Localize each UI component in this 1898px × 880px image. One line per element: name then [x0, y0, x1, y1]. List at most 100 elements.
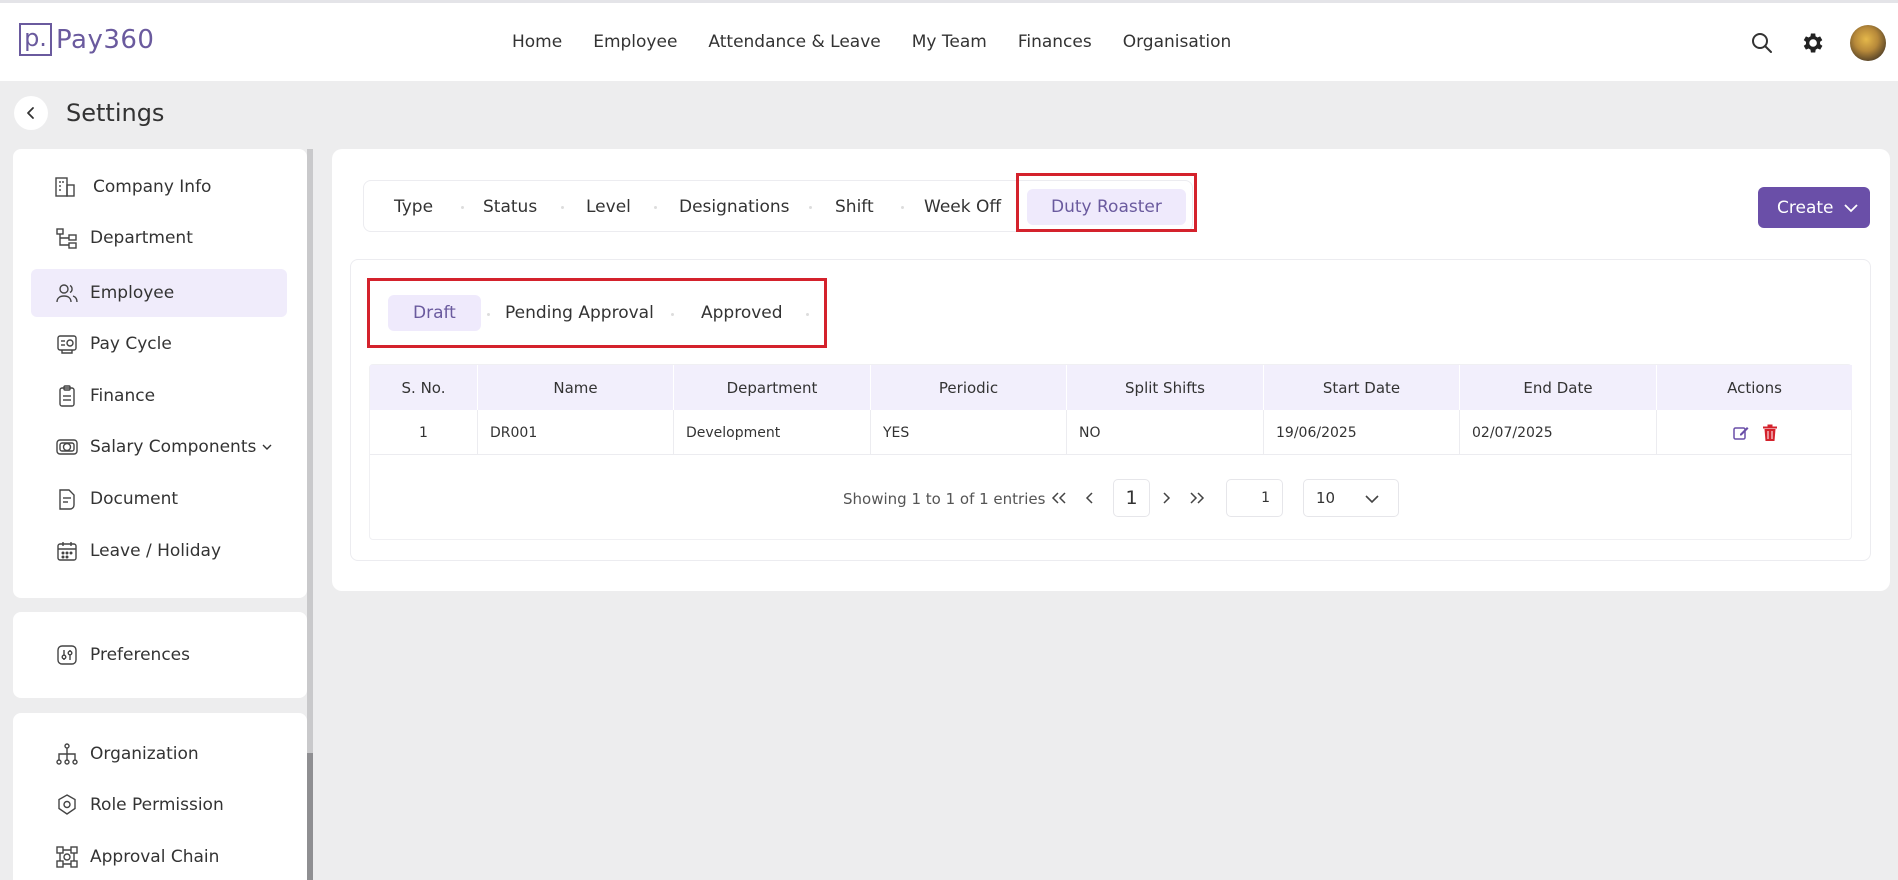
- sidebar-item-label: Leave / Holiday: [90, 541, 222, 561]
- tab-status[interactable]: Status: [483, 181, 537, 233]
- sidebar-scroll-thumb[interactable]: [307, 753, 313, 880]
- column-header-start-date: Start Date: [1264, 365, 1460, 410]
- cell-start-date-text: 19/06/2025: [1276, 424, 1357, 441]
- sidebar-item-leave-holiday[interactable]: Leave / Holiday: [31, 527, 287, 575]
- current-page[interactable]: 1: [1113, 479, 1150, 517]
- logo-mark: p.: [19, 23, 52, 56]
- trash-icon[interactable]: [1762, 424, 1778, 442]
- sidebar-item-approval-chain[interactable]: Approval Chain: [31, 833, 287, 880]
- nav-attendance-leave[interactable]: Attendance & Leave: [708, 32, 880, 52]
- highlight-subtabs: [367, 278, 827, 348]
- page-title: Settings: [66, 99, 165, 127]
- table-header: S. No. Name Department Periodic Split Sh…: [370, 365, 1852, 410]
- top-navbar: p. Pay360 Home Employee Attendance & Lea…: [0, 0, 1898, 81]
- next-page-icon[interactable]: [1156, 488, 1176, 508]
- user-avatar[interactable]: [1850, 25, 1886, 61]
- nav-employee[interactable]: Employee: [593, 32, 677, 52]
- cell-split-shifts: NO: [1067, 410, 1264, 455]
- cell-name-text: DR001: [490, 424, 538, 441]
- chevron-down-icon: [1365, 495, 1379, 504]
- cell-start-date: 19/06/2025: [1264, 410, 1460, 455]
- sidebar-item-label: Preferences: [90, 645, 190, 665]
- nav-home[interactable]: Home: [512, 32, 562, 52]
- shield-icon: [55, 793, 79, 817]
- cell-sno: 1: [370, 410, 478, 455]
- main-nav: Home Employee Attendance & Leave My Team…: [512, 32, 1262, 52]
- last-page-icon[interactable]: [1187, 488, 1207, 508]
- tab-separator: [654, 206, 657, 209]
- nav-my-team[interactable]: My Team: [912, 32, 987, 52]
- sidebar-scroll-track-upper: [307, 149, 313, 753]
- column-header-end-date: End Date: [1460, 365, 1657, 410]
- sidebar-item-pay-cycle[interactable]: Pay Cycle: [31, 320, 287, 368]
- tab-designations[interactable]: Designations: [679, 181, 790, 233]
- tab-separator: [809, 206, 812, 209]
- sidebar-item-label: Approval Chain: [90, 847, 220, 867]
- sidebar-item-label: Finance: [90, 386, 156, 406]
- chevron-down-icon[interactable]: [1842, 199, 1860, 217]
- logo-text: Pay360: [56, 24, 155, 55]
- tab-shift[interactable]: Shift: [835, 181, 874, 233]
- sidebar-item-label: Salary Components: [90, 437, 257, 457]
- pagination: Showing 1 to 1 of 1 entries 1 10: [0, 478, 1898, 518]
- money-icon: [55, 435, 79, 459]
- first-page-icon[interactable]: [1049, 488, 1069, 508]
- org-chart-icon: [55, 742, 79, 766]
- back-button[interactable]: [14, 96, 48, 130]
- settings-header: Settings: [14, 96, 164, 130]
- edit-icon[interactable]: [1732, 424, 1750, 442]
- cell-periodic-text: YES: [883, 424, 910, 441]
- sidebar-item-salary-components[interactable]: Salary Components: [31, 423, 287, 471]
- nav-finances[interactable]: Finances: [1018, 32, 1092, 52]
- pay-cycle-icon: [55, 332, 79, 356]
- page-size-select[interactable]: 10: [1303, 479, 1399, 517]
- page-size-value: 10: [1316, 489, 1336, 507]
- sidebar-item-label: Department: [90, 228, 193, 248]
- app-logo[interactable]: p. Pay360: [19, 23, 154, 56]
- sliders-icon: [55, 643, 79, 667]
- sidebar-item-employee[interactable]: Employee: [31, 269, 287, 317]
- column-header-name: Name: [478, 365, 674, 410]
- tab-separator: [901, 206, 904, 209]
- sidebar-group-main: Company Info Department Employee Pay Cyc…: [13, 149, 307, 598]
- calendar-icon: [55, 539, 79, 563]
- sidebar-item-label: Company Info: [93, 177, 212, 197]
- search-icon[interactable]: [1744, 25, 1780, 61]
- cell-split-shifts-text: NO: [1079, 424, 1101, 441]
- clipboard-icon: [55, 384, 79, 408]
- gear-icon[interactable]: [1794, 25, 1830, 61]
- column-header-periodic: Periodic: [871, 365, 1067, 410]
- sidebar-item-preferences[interactable]: Preferences: [31, 631, 287, 679]
- column-header-sno: S. No.: [370, 365, 478, 410]
- sidebar-item-finance[interactable]: Finance: [31, 372, 287, 420]
- cell-end-date-text: 02/07/2025: [1472, 424, 1553, 441]
- chevron-left-icon: [27, 107, 34, 119]
- cell-periodic: YES: [871, 410, 1067, 455]
- sidebar-item-label: Employee: [90, 283, 175, 303]
- sidebar-item-role-permission[interactable]: Role Permission: [31, 781, 287, 829]
- approval-chain-icon: [55, 845, 79, 869]
- chevron-down-icon: [262, 444, 272, 450]
- goto-page-input[interactable]: [1226, 479, 1283, 517]
- tab-level[interactable]: Level: [586, 181, 631, 233]
- table-row: 1 DR001 Development YES NO 19/06/2025 02…: [370, 410, 1852, 455]
- top-icons: [1744, 25, 1886, 61]
- sidebar-item-company-info[interactable]: Company Info: [31, 163, 287, 211]
- column-header-split-shifts: Split Shifts: [1067, 365, 1264, 410]
- tab-separator: [561, 206, 564, 209]
- building-icon: [53, 175, 77, 199]
- sidebar-item-organization[interactable]: Organization: [31, 730, 287, 778]
- prev-page-icon[interactable]: [1080, 488, 1100, 508]
- sidebar-item-label: Pay Cycle: [90, 334, 172, 354]
- sidebar-item-label: Role Permission: [90, 795, 224, 815]
- column-header-actions: Actions: [1727, 378, 1782, 397]
- sidebar-item-department[interactable]: Department: [31, 214, 287, 262]
- create-button[interactable]: Create: [1758, 187, 1870, 228]
- cell-name: DR001: [478, 410, 674, 455]
- column-header-department: Department: [674, 365, 871, 410]
- hierarchy-icon: [55, 226, 79, 250]
- tab-type[interactable]: Type: [394, 181, 433, 233]
- users-icon: [55, 281, 79, 305]
- tab-week-off[interactable]: Week Off: [924, 181, 1001, 233]
- nav-organisation[interactable]: Organisation: [1123, 32, 1232, 52]
